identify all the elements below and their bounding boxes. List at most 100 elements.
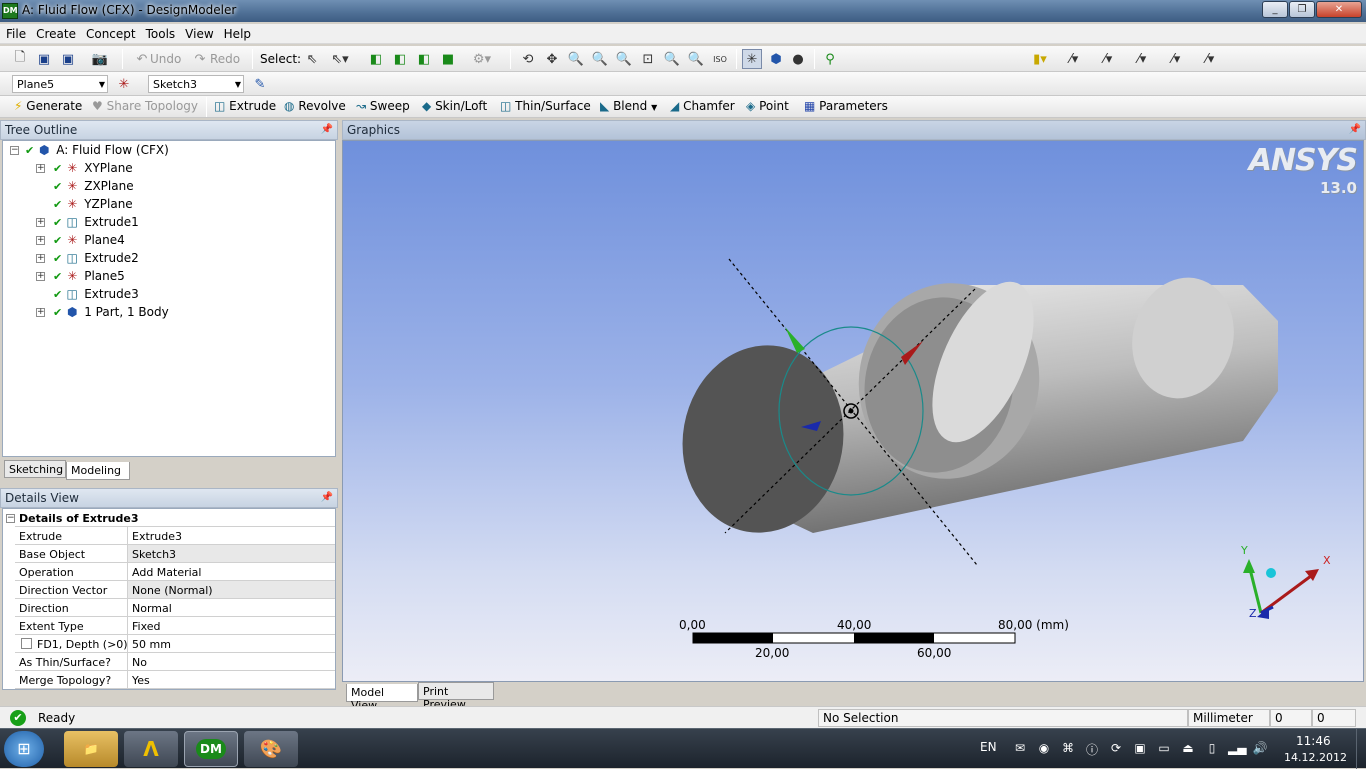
generate-button[interactable]: ⚡ Generate — [14, 99, 82, 113]
zoom-box-icon[interactable]: 🔍 — [614, 49, 634, 69]
expand-icon[interactable]: + — [36, 254, 45, 263]
tree-root[interactable]: ✔ ⬢ A: Fluid Flow (CFX) — [25, 141, 169, 159]
signal-tray-icon[interactable]: ▂▄ — [1228, 741, 1246, 757]
select-mode-icon[interactable]: ⇖ — [302, 49, 322, 69]
menu-help[interactable]: Help — [218, 24, 255, 41]
pin-icon[interactable]: 📌 — [321, 492, 333, 503]
close-button[interactable]: ✕ — [1316, 1, 1362, 18]
undo-icon[interactable]: ↶ — [132, 49, 152, 69]
dimension-5-icon[interactable]: ⁄▾ — [1200, 49, 1220, 69]
details-value[interactable]: Normal — [127, 599, 335, 616]
details-row[interactable]: Extrude Extrude3 — [15, 527, 335, 545]
extend-selection-icon[interactable]: ⚙▾ — [472, 49, 492, 69]
tree-item[interactable]: ✔ ◫ Extrude2 — [53, 249, 139, 267]
thin-surface-button[interactable]: ◫ Thin/Surface — [500, 99, 591, 113]
details-value[interactable]: Extrude3 — [127, 527, 335, 544]
tree-item[interactable]: ✔ ✳ ZXPlane — [53, 177, 134, 195]
details-value[interactable]: Add Material — [127, 563, 335, 580]
dimension-2-icon[interactable]: ⁄▾ — [1098, 49, 1118, 69]
minimize-button[interactable]: _ — [1262, 1, 1288, 18]
details-row[interactable]: Base Object Sketch3 — [15, 545, 335, 563]
tree-item[interactable]: ✔ ⬢ 1 Part, 1 Body — [53, 303, 169, 321]
redo-icon[interactable]: ↷ — [190, 49, 210, 69]
save-as-icon[interactable]: ▣ — [58, 49, 78, 69]
update-tray-icon[interactable]: ⓘ — [1084, 741, 1100, 757]
sweep-button[interactable]: ↝ Sweep — [356, 99, 410, 113]
clock-time[interactable]: 11:46 — [1296, 734, 1331, 748]
menu-file[interactable]: File — [0, 24, 30, 41]
designmodeler-taskbar-icon[interactable]: DM — [184, 731, 238, 767]
details-row[interactable]: Direction Vector None (Normal) — [15, 581, 335, 599]
select-edges-icon[interactable]: ◧ — [390, 49, 410, 69]
explorer-taskbar-icon[interactable]: 📁 — [64, 731, 118, 767]
graphics-options-icon[interactable]: ▮▾ — [1030, 49, 1050, 69]
screenshot-icon[interactable]: 📷 — [90, 49, 110, 69]
clock-date[interactable]: 14.12.2012 — [1284, 751, 1347, 764]
expand-icon[interactable]: + — [36, 164, 45, 173]
details-row[interactable]: Merge Topology? Yes — [15, 671, 335, 689]
chrome-tray-icon[interactable]: ◉ — [1036, 741, 1052, 757]
details-row[interactable]: Operation Add Material — [15, 563, 335, 581]
dimension-1-icon[interactable]: ⁄▾ — [1064, 49, 1084, 69]
tree-item[interactable]: ✔ ✳ XYPlane — [53, 159, 133, 177]
zoom-in-icon[interactable]: 🔍 — [590, 49, 610, 69]
details-value[interactable]: Sketch3 — [127, 545, 335, 562]
tab-print-preview[interactable]: Print Preview — [418, 682, 494, 711]
select-bodies-icon[interactable]: ■ — [438, 49, 458, 69]
expand-icon[interactable]: + — [36, 218, 45, 227]
network-tray-icon[interactable]: ⌘ — [1060, 741, 1076, 757]
display-point-icon[interactable]: ● — [788, 49, 808, 69]
paint-taskbar-icon[interactable]: 🎨 — [244, 731, 298, 767]
expand-icon[interactable]: + — [36, 236, 45, 245]
zoom-fit-icon[interactable]: ⊡ — [638, 49, 658, 69]
save-icon[interactable]: ▣ — [34, 49, 54, 69]
expand-icon[interactable]: + — [36, 272, 45, 281]
details-value[interactable]: No — [127, 653, 335, 670]
display-model-icon[interactable]: ⬢ — [766, 49, 786, 69]
tree-item[interactable]: ✔ ◫ Extrude1 — [53, 213, 139, 231]
undo-button[interactable]: Undo — [150, 52, 181, 66]
cylinder-body[interactable] — [668, 266, 1278, 545]
extrude-button[interactable]: ◫ Extrude — [214, 99, 276, 113]
pin-icon[interactable]: 📌 — [1349, 124, 1361, 135]
parameter-checkbox[interactable] — [21, 638, 32, 649]
sketch-select[interactable]: Sketch3 ▼ — [148, 75, 244, 93]
volume-tray-icon[interactable]: 🔊 — [1252, 741, 1268, 757]
zoom-to-fit-icon[interactable]: 🔍 — [662, 49, 682, 69]
details-value[interactable]: Yes — [127, 671, 335, 688]
menu-create[interactable]: Create — [30, 24, 80, 41]
show-desktop-button[interactable] — [1356, 729, 1366, 769]
revolve-button[interactable]: ◍ Revolve — [284, 99, 346, 113]
select-faces-icon[interactable]: ◧ — [414, 49, 434, 69]
iso-view-icon[interactable]: ISO — [710, 49, 730, 69]
ansys-workbench-taskbar-icon[interactable]: Λ — [124, 731, 178, 767]
usb-tray-icon[interactable]: ⏏ — [1180, 741, 1196, 757]
sync-tray-icon[interactable]: ⟳ — [1108, 741, 1124, 757]
nvidia-tray-icon[interactable]: ▣ — [1132, 741, 1148, 757]
collapse-icon[interactable]: − — [6, 514, 15, 523]
menu-concept[interactable]: Concept — [80, 24, 140, 41]
new-sketch-icon[interactable]: ✎ — [250, 74, 270, 94]
expand-icon[interactable]: + — [36, 308, 45, 317]
tree-item[interactable]: ✔ ✳ Plane4 — [53, 231, 125, 249]
start-button[interactable]: ⊞ — [4, 731, 44, 767]
mail-tray-icon[interactable]: ✉ — [1012, 741, 1028, 757]
details-row[interactable]: FD1, Depth (>0) 50 mm — [15, 635, 335, 653]
tree-item[interactable]: ✔ ◫ Extrude3 — [53, 285, 139, 303]
units-status[interactable]: Millimeter — [1188, 709, 1270, 727]
details-value[interactable]: Fixed — [127, 617, 335, 634]
chamfer-button[interactable]: ◢ Chamfer — [670, 99, 735, 113]
tree-item[interactable]: ✔ ✳ Plane5 — [53, 267, 125, 285]
blend-button[interactable]: ◣ Blend ▼ — [600, 99, 657, 113]
pan-icon[interactable]: ✥ — [542, 49, 562, 69]
dimension-3-icon[interactable]: ⁄▾ — [1132, 49, 1152, 69]
tree-item[interactable]: ✔ ✳ YZPlane — [53, 195, 133, 213]
tab-modeling[interactable]: Modeling — [66, 462, 130, 480]
parameters-button[interactable]: ▦ Parameters — [804, 99, 888, 113]
language-indicator[interactable]: EN — [980, 740, 997, 754]
details-row[interactable]: Direction Normal — [15, 599, 335, 617]
collapse-icon[interactable]: − — [10, 146, 19, 155]
tab-sketching[interactable]: Sketching — [4, 460, 66, 478]
select-points-icon[interactable]: ◧ — [366, 49, 386, 69]
battery-tray-icon[interactable]: ▯ — [1204, 741, 1220, 757]
